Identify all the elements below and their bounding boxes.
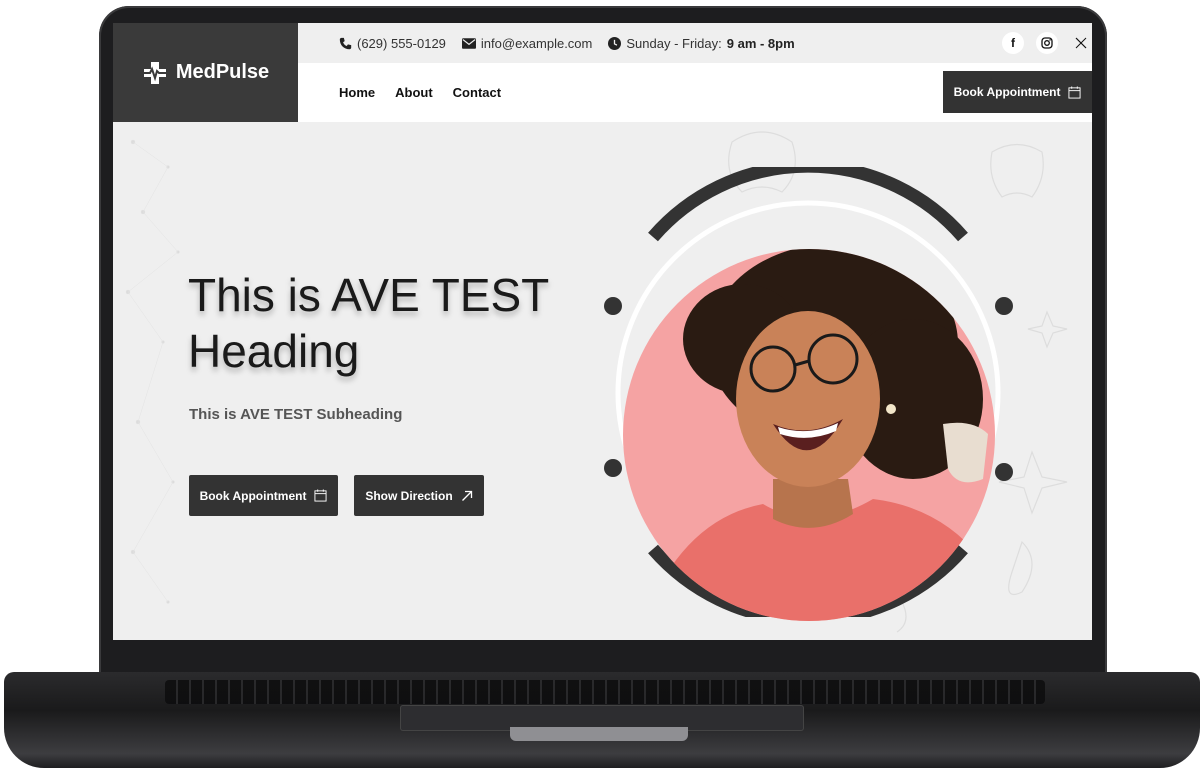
instagram-icon[interactable] [1036,32,1058,54]
hero-visual [603,167,1023,621]
envelope-icon [461,37,476,49]
header-book-appointment-label: Book Appointment [953,85,1061,99]
hero-book-appointment-button[interactable]: Book Appointment [189,475,338,516]
show-direction-button[interactable]: Show Direction [354,475,484,516]
laptop-keyboard [165,680,1045,704]
medical-cross-icon [142,60,168,86]
hours-value: 9 am - 8pm [726,35,795,51]
email-address: info@example.com [480,35,593,51]
hero-section: This is AVE TEST Heading This is AVE TES… [113,122,1092,640]
phone-icon [339,37,352,49]
main-navigation: Home About Contact Book Appointment [298,63,1092,122]
email-contact[interactable]: info@example.com [461,35,593,51]
hours-label: Sunday - Friday: [626,35,722,51]
brand-logo[interactable]: MedPulse [113,23,298,122]
phone-number: (629) 555-0129 [357,35,446,51]
laptop-hinge-notch [510,727,688,741]
opening-hours: Sunday - Friday: 9 am - 8pm [608,35,795,51]
clock-icon [608,36,622,50]
calendar-icon [1068,85,1081,99]
header-book-appointment-button[interactable]: Book Appointment [943,71,1092,113]
hero-subheading: This is AVE TEST Subheading [189,406,403,423]
nav-about[interactable]: About [395,85,433,100]
hero-heading: This is AVE TEST Heading [188,269,549,377]
contact-topbar: (629) 555-0129 info@example.com Sunday -… [298,23,1092,63]
laptop-screen: MedPulse (629) 555-0129 info@example.com… [113,23,1092,640]
network-pattern [125,139,180,604]
arrow-up-right-icon [461,490,472,501]
brand-name: MedPulse [175,61,270,83]
social-links: f [1002,32,1092,54]
show-direction-label: Show Direction [365,488,453,503]
smiling-woman-portrait [623,249,995,621]
hero-book-appointment-label: Book Appointment [199,488,307,503]
nav-contact[interactable]: Contact [453,85,501,100]
calendar-icon [314,489,327,502]
facebook-icon[interactable]: f [1002,32,1024,54]
phone-contact[interactable]: (629) 555-0129 [339,36,446,51]
x-twitter-icon[interactable] [1070,32,1092,54]
nav-home[interactable]: Home [339,85,375,100]
